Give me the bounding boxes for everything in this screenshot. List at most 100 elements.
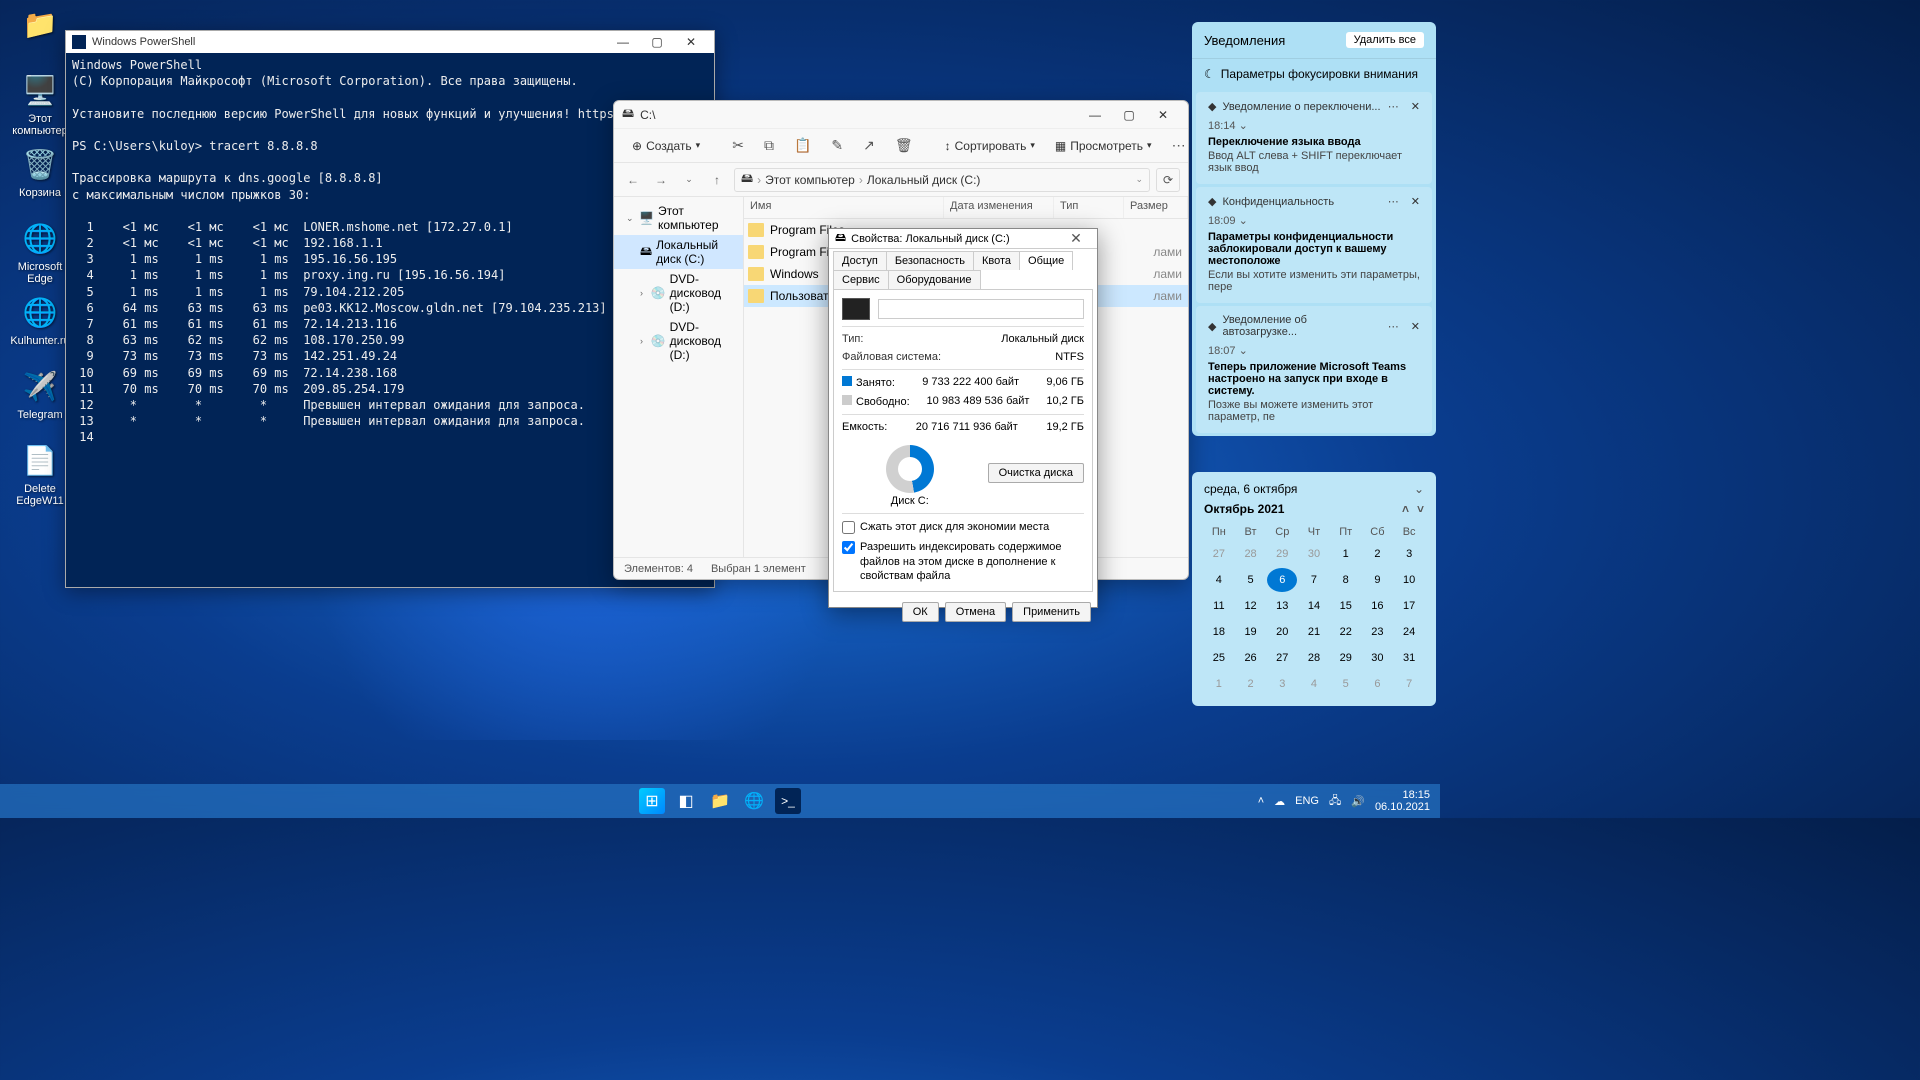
taskbar-terminal[interactable]: >_ — [775, 788, 801, 814]
refresh-button[interactable]: ⟳ — [1156, 168, 1180, 192]
tab-Доступ[interactable]: Доступ — [833, 251, 887, 270]
calendar-panel[interactable]: среда, 6 октября ⌄ Октябрь 2021 ˄˅ ПнВтС… — [1192, 472, 1436, 706]
index-checkbox[interactable]: Разрешить индексировать содержимое файло… — [842, 540, 1084, 583]
calendar-day[interactable]: 29 — [1331, 646, 1361, 670]
col-date[interactable]: Дата изменения — [944, 197, 1054, 218]
ok-button[interactable]: ОК — [902, 602, 939, 622]
calendar-day[interactable]: 27 — [1204, 542, 1234, 566]
rename-icon[interactable]: ✎ — [823, 133, 851, 158]
view-button[interactable]: ▦Просмотреть▾ — [1047, 135, 1160, 157]
calendar-day[interactable]: 13 — [1267, 594, 1297, 618]
more-icon[interactable]: ⋯ — [1388, 320, 1399, 333]
calendar-day[interactable]: 5 — [1236, 568, 1266, 592]
desktop-icon-3[interactable]: 🌐Kulhunter.ru — [6, 292, 74, 347]
share-icon[interactable]: ↗ — [855, 133, 883, 158]
calendar-day[interactable]: 12 — [1236, 594, 1266, 618]
calendar-day[interactable]: 4 — [1204, 568, 1234, 592]
sidebar-item-dvd2[interactable]: ›💿DVD-дисковод (D:) — [614, 317, 743, 365]
back-button[interactable]: ← — [622, 169, 644, 191]
calendar-day[interactable]: 7 — [1394, 672, 1424, 696]
calendar-day[interactable]: 2 — [1363, 542, 1393, 566]
tray-chevron-icon[interactable]: ˄ — [1258, 795, 1264, 807]
taskbar-widgets[interactable]: ◧ — [673, 788, 699, 814]
calendar-day[interactable]: 17 — [1394, 594, 1424, 618]
col-size[interactable]: Размер — [1124, 197, 1188, 218]
tab-Квота[interactable]: Квота — [973, 251, 1020, 270]
apply-button[interactable]: Применить — [1012, 602, 1091, 622]
chevron-down-icon[interactable]: ⌄ — [1135, 174, 1143, 185]
calendar-day[interactable]: 29 — [1267, 542, 1297, 566]
tab-Безопасность[interactable]: Безопасность — [886, 251, 974, 270]
calendar-day[interactable]: 22 — [1331, 620, 1361, 644]
more-icon[interactable]: ⋯ — [1164, 133, 1194, 158]
calendar-day[interactable]: 24 — [1394, 620, 1424, 644]
tray-onedrive-icon[interactable]: ☁ — [1274, 795, 1285, 808]
col-name[interactable]: Имя — [744, 197, 944, 218]
properties-titlebar[interactable]: 🖴 Свойства: Локальный диск (C:) ✕ — [829, 229, 1097, 249]
desktop-icon-1[interactable]: 🗑️Корзина — [6, 144, 74, 199]
cancel-button[interactable]: Отмена — [945, 602, 1006, 622]
calendar-day[interactable]: 10 — [1394, 568, 1424, 592]
calendar-day[interactable]: 15 — [1331, 594, 1361, 618]
calendar-day[interactable]: 26 — [1236, 646, 1266, 670]
properties-dialog[interactable]: 🖴 Свойства: Локальный диск (C:) ✕ Доступ… — [828, 228, 1098, 608]
calendar-day[interactable]: 30 — [1299, 542, 1329, 566]
calendar-day[interactable]: 25 — [1204, 646, 1234, 670]
close-button[interactable]: ✕ — [1061, 230, 1091, 247]
tab-Общие[interactable]: Общие — [1019, 251, 1073, 270]
chevron-down-icon[interactable]: ⌄ — [1414, 482, 1424, 496]
calendar-day[interactable]: 1 — [1204, 672, 1234, 696]
volume-label-input[interactable] — [878, 299, 1084, 319]
clock[interactable]: 18:15 06.10.2021 — [1375, 789, 1430, 813]
calendar-day[interactable]: 28 — [1299, 646, 1329, 670]
desktop-folder[interactable]: 📁 — [6, 4, 74, 47]
calendar-day[interactable]: 1 — [1331, 542, 1361, 566]
calendar-day[interactable]: 18 — [1204, 620, 1234, 644]
sidebar-item-c-drive[interactable]: 🖴Локальный диск (C:) — [614, 235, 743, 269]
calendar-month[interactable]: Октябрь 2021 — [1204, 502, 1284, 516]
powershell-titlebar[interactable]: Windows PowerShell — ▢ ✕ — [66, 31, 714, 53]
minimize-button[interactable]: — — [606, 31, 640, 53]
calendar-day[interactable]: 3 — [1394, 542, 1424, 566]
next-month-button[interactable]: ˅ — [1417, 502, 1424, 516]
notification-card[interactable]: ◆Уведомление о переключени...⋯✕18:14 ⌄Пе… — [1196, 92, 1432, 184]
focus-settings-link[interactable]: ☾ Параметры фокусировки внимания — [1192, 58, 1436, 89]
desktop-icon-4[interactable]: ✈️Telegram — [6, 366, 74, 421]
cleanup-button[interactable]: Очистка диска — [988, 463, 1084, 483]
taskbar-edge[interactable]: 🌐 — [741, 788, 767, 814]
language-indicator[interactable]: ENG — [1295, 795, 1319, 807]
calendar-day[interactable]: 3 — [1267, 672, 1297, 696]
forward-button[interactable]: → — [650, 169, 672, 191]
close-button[interactable]: ✕ — [1146, 104, 1180, 126]
close-button[interactable]: ✕ — [674, 31, 708, 53]
sort-button[interactable]: ↕Сортировать▾ — [937, 135, 1043, 157]
calendar-day[interactable]: 20 — [1267, 620, 1297, 644]
calendar-day[interactable]: 8 — [1331, 568, 1361, 592]
desktop-icon-2[interactable]: 🌐Microsoft Edge — [6, 218, 74, 285]
up-button[interactable]: ↑ — [706, 169, 728, 191]
taskbar-explorer[interactable]: 📁 — [707, 788, 733, 814]
breadcrumb-root[interactable]: Этот компьютер — [765, 173, 855, 187]
notification-card[interactable]: ◆Конфиденциальность⋯✕18:09 ⌄Параметры ко… — [1196, 187, 1432, 303]
desktop-icon-5[interactable]: 📄Delete EdgeW11 — [6, 440, 74, 507]
calendar-day[interactable]: 27 — [1267, 646, 1297, 670]
calendar-day[interactable]: 28 — [1236, 542, 1266, 566]
calendar-day[interactable]: 6 — [1267, 568, 1297, 592]
clear-all-button[interactable]: Удалить все — [1346, 32, 1424, 48]
maximize-button[interactable]: ▢ — [1112, 104, 1146, 126]
prev-month-button[interactable]: ˄ — [1402, 502, 1409, 516]
explorer-titlebar[interactable]: 🖴 C:\ — ▢ ✕ — [614, 101, 1188, 129]
calendar-day[interactable]: 21 — [1299, 620, 1329, 644]
sidebar-item-dvd1[interactable]: ›💿DVD-дисковод (D:) — [614, 269, 743, 317]
calendar-day[interactable]: 31 — [1394, 646, 1424, 670]
notification-panel[interactable]: Уведомления Удалить все ☾ Параметры фоку… — [1192, 22, 1436, 436]
dismiss-button[interactable]: ✕ — [1411, 100, 1420, 113]
paste-icon[interactable]: 📋 — [786, 133, 819, 158]
history-button[interactable]: ⌄ — [678, 169, 700, 191]
more-icon[interactable]: ⋯ — [1388, 100, 1399, 113]
sidebar-item-pc[interactable]: ⌄🖥️Этот компьютер — [614, 201, 743, 235]
taskbar[interactable]: ⊞ ◧ 📁 🌐 >_ ˄ ☁ ENG 🖧 🔊 18:15 06.10.2021 — [0, 784, 1440, 818]
desktop-icon-0[interactable]: 🖥️Этот компьютер — [6, 70, 74, 137]
breadcrumb-leaf[interactable]: Локальный диск (C:) — [867, 173, 981, 187]
breadcrumb[interactable]: 🖴 › Этот компьютер › Локальный диск (C:)… — [734, 168, 1150, 192]
